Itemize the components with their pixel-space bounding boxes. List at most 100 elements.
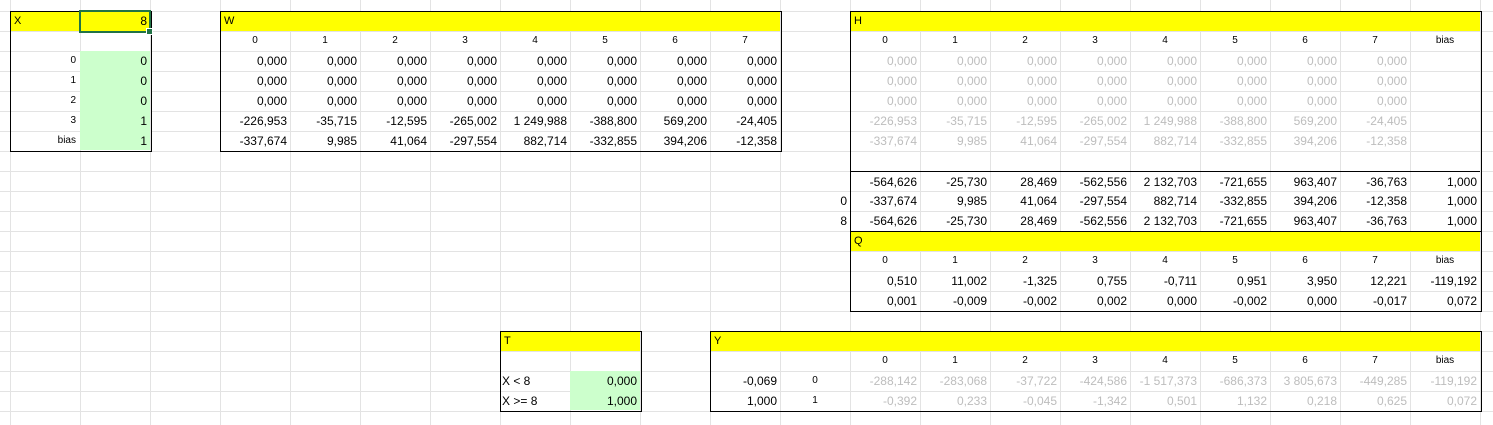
h-sum-cell[interactable]: 28,469 (990, 171, 1060, 191)
y-cell-dimmed[interactable]: 0,233 (920, 391, 990, 411)
y-cell-dimmed[interactable]: -1 517,373 (1130, 371, 1200, 391)
y-cell-dimmed[interactable]: -37,722 (990, 371, 1060, 391)
w-cell[interactable]: 0,000 (220, 51, 290, 71)
h-sum-cell[interactable]: -12,358 (1340, 191, 1410, 211)
h-cell-dimmed[interactable]: 0,000 (990, 91, 1060, 111)
h-cell-dimmed[interactable]: 0,000 (1060, 51, 1130, 71)
h-cell-dimmed[interactable]: 0,000 (1130, 71, 1200, 91)
w-cell[interactable]: 0,000 (220, 91, 290, 111)
h-cell-dimmed[interactable]: 0,000 (1270, 71, 1340, 91)
y-cell-dimmed[interactable]: -0,045 (990, 391, 1060, 411)
w-cell[interactable]: 0,000 (570, 71, 640, 91)
w-cell[interactable]: 0,000 (430, 71, 500, 91)
w-cell[interactable]: -332,855 (570, 131, 640, 151)
q-cell[interactable]: 0,951 (1200, 271, 1270, 291)
y-cell-dimmed[interactable]: -686,373 (1200, 371, 1270, 391)
w-cell[interactable]: 0,000 (640, 91, 710, 111)
h-cell-dimmed[interactable]: -332,855 (1200, 131, 1270, 151)
q-cell[interactable]: 0,755 (1060, 271, 1130, 291)
h-sum-cell[interactable]: -297,554 (1060, 191, 1130, 211)
q-cell[interactable]: -0,002 (990, 291, 1060, 311)
h-sum-cell[interactable]: -562,556 (1060, 171, 1130, 191)
x-row-value[interactable]: 0 (80, 51, 150, 71)
y-cell-dimmed[interactable]: 0,625 (1340, 391, 1410, 411)
h-cell-dimmed[interactable]: 0,000 (920, 71, 990, 91)
y-cell-dimmed[interactable]: 0,072 (1410, 391, 1480, 411)
h-cell-dimmed[interactable]: 0,000 (1060, 91, 1130, 111)
h-cell-dimmed[interactable]: 0,000 (850, 91, 920, 111)
y-cell-dimmed[interactable]: -449,285 (1340, 371, 1410, 391)
h-sum-cell[interactable]: -25,730 (920, 211, 990, 231)
h-sum-cell[interactable]: 1,000 (1410, 211, 1480, 231)
h-cell-dimmed[interactable]: 569,200 (1270, 111, 1340, 131)
h-cell-dimmed[interactable]: -297,554 (1060, 131, 1130, 151)
q-cell[interactable]: 3,950 (1270, 271, 1340, 291)
h-cell-dimmed[interactable]: -35,715 (920, 111, 990, 131)
w-cell[interactable]: -12,595 (360, 111, 430, 131)
h-cell-dimmed[interactable]: 0,000 (920, 51, 990, 71)
h-cell-dimmed[interactable]: -12,595 (990, 111, 1060, 131)
y-cell-dimmed[interactable]: -1,342 (1060, 391, 1130, 411)
w-cell[interactable]: -12,358 (710, 131, 780, 151)
h-sum-cell[interactable]: -36,763 (1340, 171, 1410, 191)
w-cell[interactable]: -226,953 (220, 111, 290, 131)
q-cell[interactable]: -0,711 (1130, 271, 1200, 291)
y-cell-dimmed[interactable]: -119,192 (1410, 371, 1480, 391)
h-sum-cell[interactable]: -564,626 (850, 171, 920, 191)
w-cell[interactable]: 0,000 (220, 71, 290, 91)
w-cell[interactable]: 0,000 (570, 91, 640, 111)
h-cell-dimmed[interactable]: 1 249,988 (1130, 111, 1200, 131)
h-cell-dimmed[interactable]: -388,800 (1200, 111, 1270, 131)
h-cell-dimmed[interactable]: 0,000 (850, 71, 920, 91)
w-cell[interactable]: 0,000 (710, 51, 780, 71)
h-sum-cell[interactable]: 963,407 (1270, 171, 1340, 191)
h-sum-cell[interactable]: 9,985 (920, 191, 990, 211)
q-cell[interactable]: 0,510 (850, 271, 920, 291)
y-side-value[interactable]: 1,000 (710, 391, 780, 411)
h-cell-dimmed[interactable]: 0,000 (990, 51, 1060, 71)
h-sum-cell[interactable]: 963,407 (1270, 211, 1340, 231)
w-cell[interactable]: -337,674 (220, 131, 290, 151)
y-cell-dimmed[interactable]: -283,068 (920, 371, 990, 391)
h-sum-cell[interactable]: -36,763 (1340, 211, 1410, 231)
w-cell[interactable]: 0,000 (710, 71, 780, 91)
w-cell[interactable]: 0,000 (430, 91, 500, 111)
h-sum-cell[interactable]: -562,556 (1060, 211, 1130, 231)
w-cell[interactable]: 0,000 (500, 91, 570, 111)
h-sum-cell[interactable]: 1,000 (1410, 171, 1480, 191)
h-sum-cell[interactable]: 28,469 (990, 211, 1060, 231)
w-cell[interactable]: 0,000 (290, 71, 360, 91)
h-cell-dimmed[interactable]: -265,002 (1060, 111, 1130, 131)
w-cell[interactable]: -265,002 (430, 111, 500, 131)
h-cell-dimmed[interactable]: 0,000 (1130, 91, 1200, 111)
h-cell-dimmed[interactable]: -24,405 (1340, 111, 1410, 131)
h-cell-dimmed[interactable]: 0,000 (920, 91, 990, 111)
h-sum-cell[interactable]: 1,000 (1410, 191, 1480, 211)
w-cell[interactable]: 0,000 (290, 91, 360, 111)
w-cell[interactable]: -297,554 (430, 131, 500, 151)
h-cell-dimmed[interactable]: 9,985 (920, 131, 990, 151)
w-cell[interactable]: -35,715 (290, 111, 360, 131)
w-cell[interactable]: 0,000 (710, 91, 780, 111)
w-cell[interactable]: 569,200 (640, 111, 710, 131)
h-cell-dimmed[interactable]: 882,714 (1130, 131, 1200, 151)
y-cell-dimmed[interactable]: -288,142 (850, 371, 920, 391)
h-cell-dimmed[interactable]: 0,000 (990, 71, 1060, 91)
y-cell-dimmed[interactable]: 0,218 (1270, 391, 1340, 411)
h-sum-cell[interactable]: -337,674 (850, 191, 920, 211)
h-cell-dimmed[interactable]: 0,000 (850, 51, 920, 71)
h-cell-dimmed[interactable]: -12,358 (1340, 131, 1410, 151)
y-cell-dimmed[interactable]: 0,501 (1130, 391, 1200, 411)
h-cell-dimmed[interactable]: 0,000 (1200, 71, 1270, 91)
h-sum-cell[interactable]: -564,626 (850, 211, 920, 231)
w-cell[interactable]: 0,000 (290, 51, 360, 71)
w-cell[interactable]: -388,800 (570, 111, 640, 131)
q-cell[interactable]: 0,000 (1270, 291, 1340, 311)
h-cell-dimmed[interactable]: 0,000 (1270, 91, 1340, 111)
x-row-value[interactable]: 0 (80, 71, 150, 91)
y-side-value[interactable]: -0,069 (710, 371, 780, 391)
w-cell[interactable]: 0,000 (430, 51, 500, 71)
w-cell[interactable]: 0,000 (360, 91, 430, 111)
h-sum-cell[interactable]: 41,064 (990, 191, 1060, 211)
w-cell[interactable]: 882,714 (500, 131, 570, 151)
